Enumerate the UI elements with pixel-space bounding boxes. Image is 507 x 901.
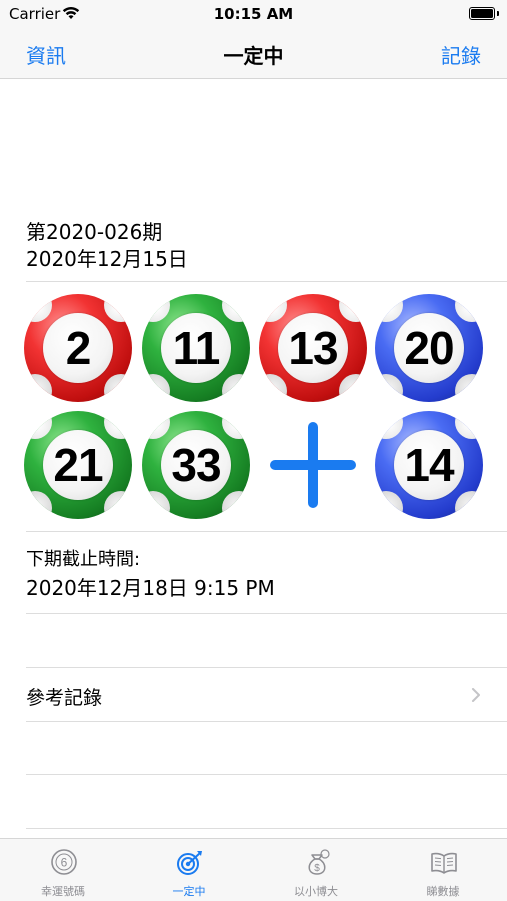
- deadline-label: 下期截止時間:: [26, 549, 141, 570]
- battery-icon: [469, 7, 499, 20]
- lucky-number-icon: 6: [51, 849, 77, 875]
- lottery-ball-6: 33: [142, 411, 250, 519]
- ball-number: 11: [172, 322, 221, 374]
- book-icon: [431, 852, 457, 874]
- ball-number: 13: [288, 322, 338, 374]
- navigation-bar: 資訊 一定中 記錄: [0, 28, 507, 79]
- divider: [26, 721, 507, 722]
- reference-records-row[interactable]: 參考記錄: [0, 668, 507, 722]
- ball-number: 2: [65, 322, 92, 374]
- divider: [26, 613, 507, 614]
- tab-label: 以小博大: [294, 885, 338, 898]
- lottery-ball-3: 13: [259, 294, 367, 402]
- tab-bar: 6 幸運號碼 一定中 $ 以小博大 睇數據: [0, 838, 507, 901]
- target-icon: [177, 851, 202, 875]
- lottery-ball-4: 20: [375, 294, 483, 402]
- records-button[interactable]: 記錄: [441, 40, 481, 69]
- status-time: 10:15 AM: [213, 5, 294, 23]
- tab-data[interactable]: 睇數據: [380, 839, 506, 901]
- tab-label: 一定中: [172, 885, 206, 898]
- ball-number: 20: [404, 322, 454, 374]
- svg-text:$: $: [314, 863, 320, 874]
- draw-period: 第2020-026期: [26, 220, 163, 244]
- divider: [26, 281, 507, 282]
- ball-number: 21: [53, 439, 103, 491]
- divider: [26, 774, 507, 775]
- tab-label: 幸運號碼: [41, 885, 85, 898]
- svg-text:6: 6: [61, 856, 68, 870]
- chevron-right-icon: [472, 688, 480, 702]
- money-bag-icon: $: [308, 849, 330, 875]
- plus-icon: [270, 422, 356, 508]
- lottery-ball-2: 11: [142, 294, 250, 402]
- tab-label: 睇數據: [426, 885, 460, 898]
- special-ball: 14: [375, 411, 483, 519]
- tab-lucky-number[interactable]: 6 幸運號碼: [0, 839, 126, 901]
- reference-records-label: 參考記錄: [26, 687, 103, 709]
- status-bar: Carrier 10:15 AM: [0, 0, 507, 28]
- divider: [26, 531, 507, 532]
- tab-small-bet[interactable]: $ 以小博大: [253, 839, 379, 901]
- lottery-ball-1: 2: [24, 294, 132, 402]
- tab-certain-win[interactable]: 一定中: [126, 839, 252, 901]
- divider: [26, 828, 507, 829]
- lottery-ball-5: 21: [24, 411, 132, 519]
- draw-date: 2020年12月15日: [26, 247, 188, 271]
- ball-number: 14: [404, 439, 454, 491]
- deadline-value: 2020年12月18日 9:15 PM: [26, 576, 275, 600]
- page-title: 一定中: [223, 44, 284, 68]
- ball-number: 33: [171, 439, 221, 491]
